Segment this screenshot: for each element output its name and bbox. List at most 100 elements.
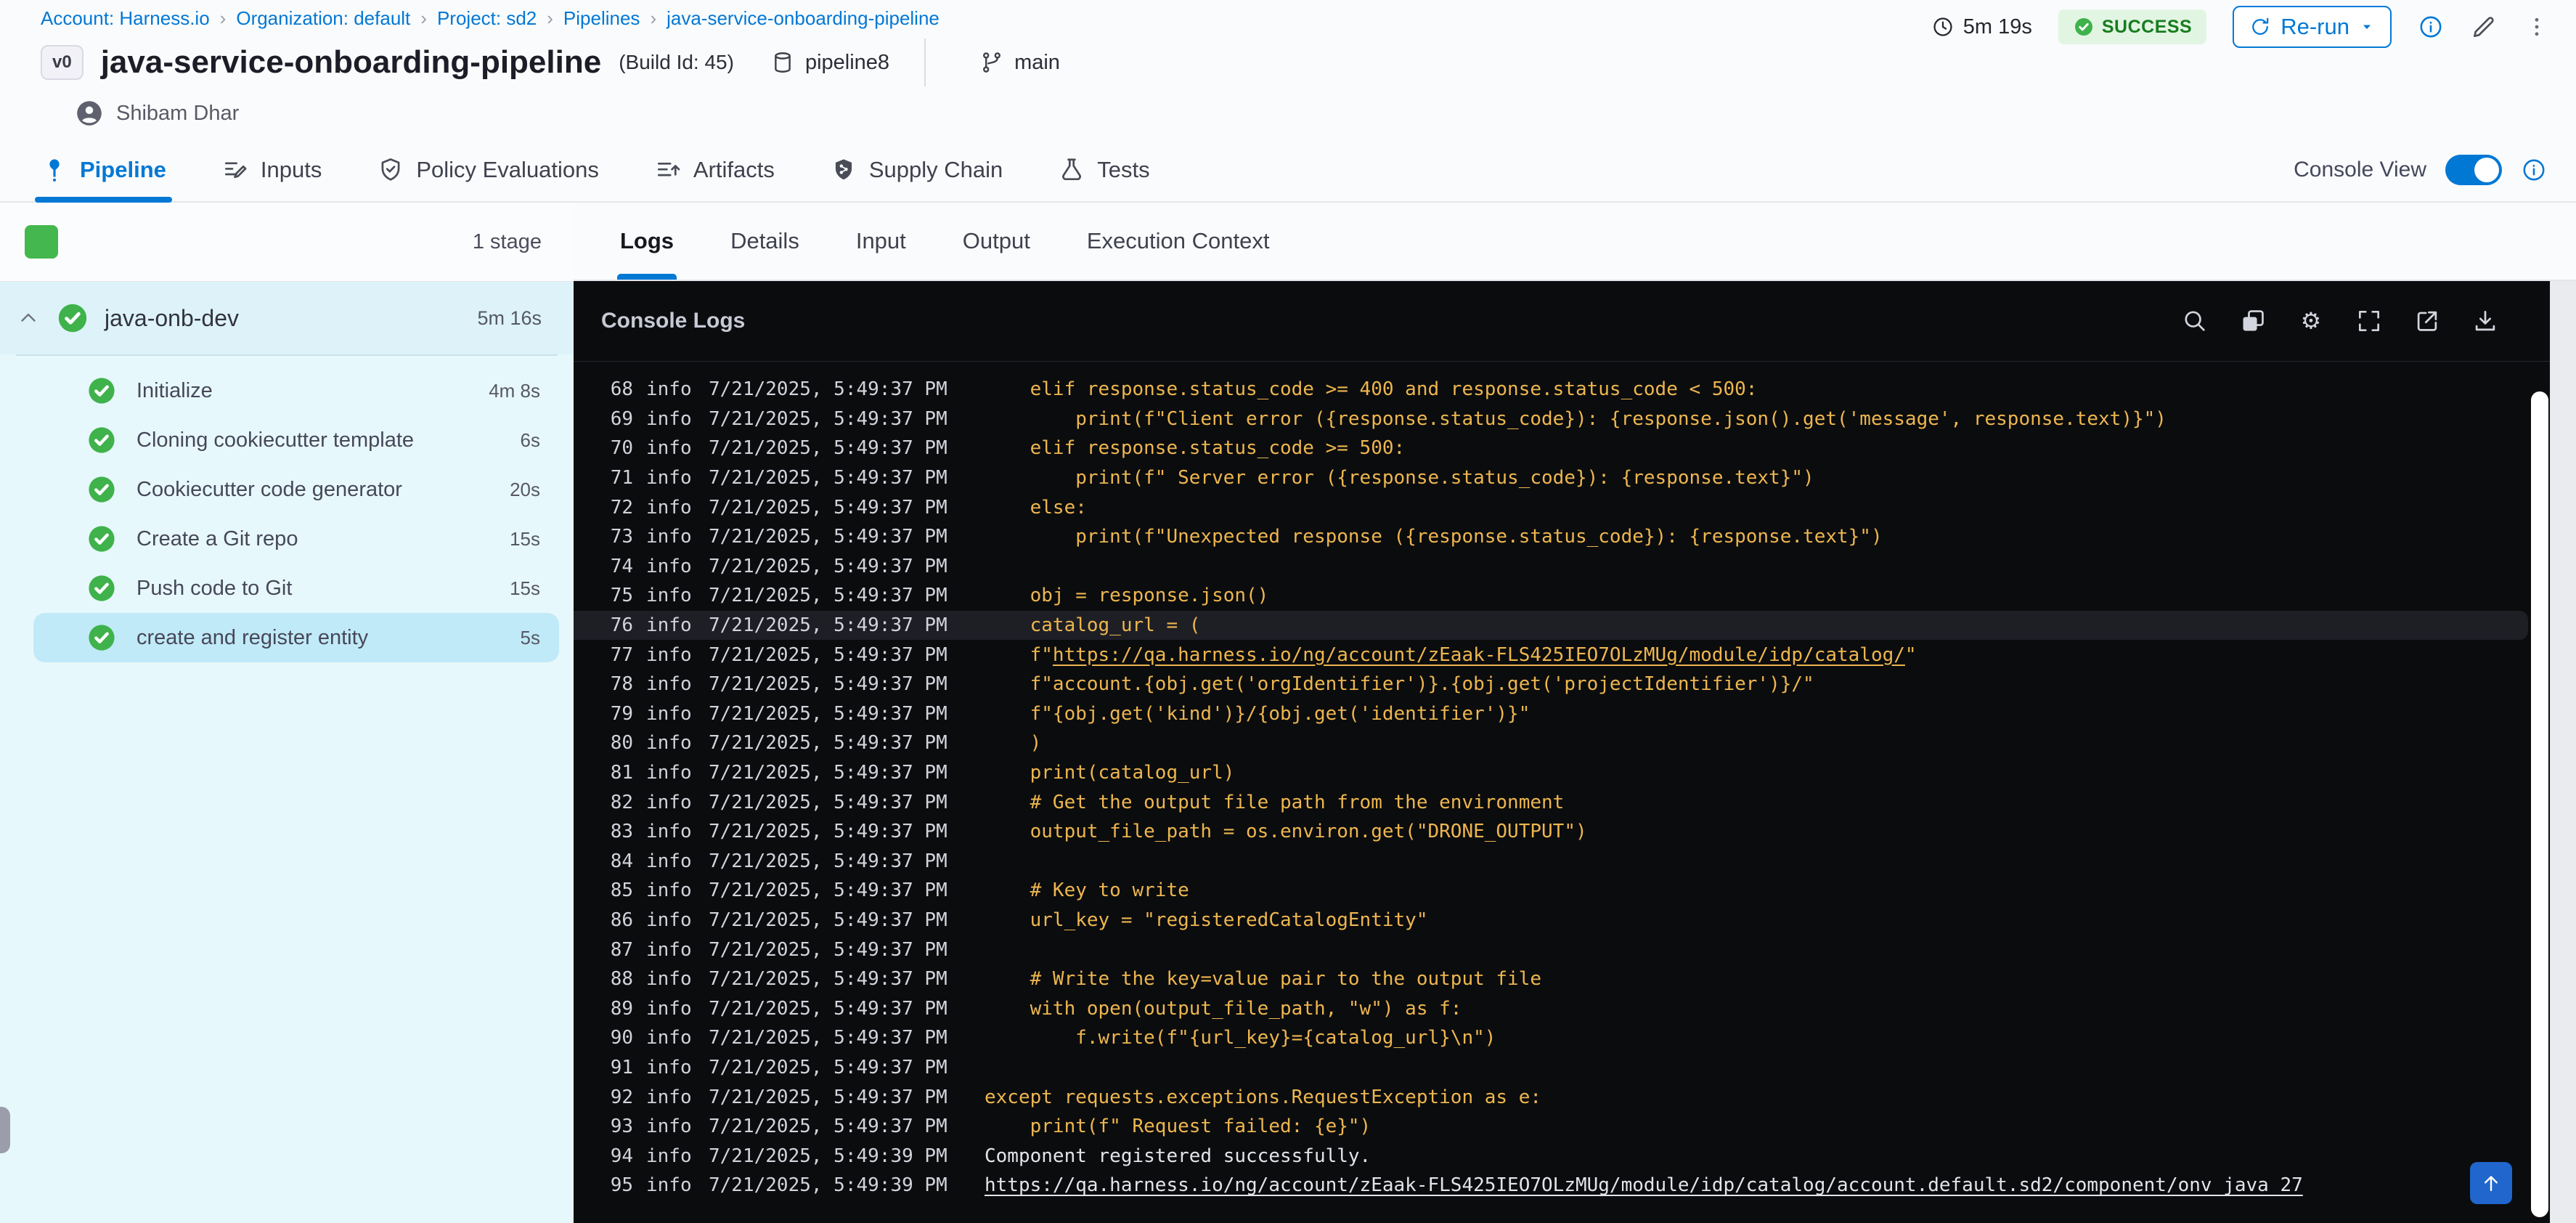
log-timestamp: 7/21/2025, 5:49:37 PM bbox=[709, 643, 947, 666]
duration-label: 5m 19s bbox=[1962, 15, 2032, 38]
info-icon[interactable] bbox=[2521, 157, 2547, 183]
step-duration: 20s bbox=[510, 478, 540, 500]
log-line-79: 79 info 7/21/2025, 5:49:37 PM f"{obj.get('… bbox=[574, 699, 2550, 729]
log-level: info bbox=[646, 614, 692, 637]
log-message: print(f"Client error ({response.status_c… bbox=[985, 407, 2167, 430]
log-line-86: 86 info 7/21/2025, 5:49:37 PM url_key = "r… bbox=[574, 906, 2550, 935]
scroll-to-top-button[interactable] bbox=[2470, 1162, 2512, 1204]
breadcrumb-link[interactable]: Organization: default bbox=[236, 7, 410, 30]
breadcrumb-link[interactable]: java-service-onboarding-pipeline bbox=[667, 7, 939, 30]
search-icon[interactable] bbox=[2181, 307, 2209, 335]
log-message: print(f" Server error ({response.status_… bbox=[985, 467, 1814, 489]
log-timestamp: 7/21/2025, 5:49:37 PM bbox=[709, 762, 947, 784]
main-tabbar: Pipeline Inputs Policy Evaluations Artifact… bbox=[0, 139, 2576, 203]
log-timestamp: 7/21/2025, 5:49:37 PM bbox=[709, 909, 947, 931]
log-timestamp: 7/21/2025, 5:49:39 PM bbox=[709, 1145, 947, 1167]
log-line-number: 80 bbox=[610, 732, 633, 755]
log-message: ) bbox=[985, 732, 1042, 755]
console-view-label: Console View bbox=[2294, 158, 2426, 182]
log-line-73: 73 info 7/21/2025, 5:49:37 PM print(f"Unex… bbox=[574, 522, 2550, 552]
log-level: info bbox=[646, 1116, 692, 1138]
refresh-icon bbox=[2249, 15, 2272, 38]
step-push-code-to-git[interactable]: Push code to Git 15s bbox=[0, 564, 574, 613]
log-timestamp: 7/21/2025, 5:49:37 PM bbox=[709, 526, 947, 548]
tab-tests[interactable]: Tests bbox=[1058, 139, 1150, 201]
svg-text:⚙: ⚙ bbox=[2301, 308, 2321, 334]
log-level: info bbox=[646, 643, 692, 666]
console-view-toggle[interactable] bbox=[2445, 155, 2502, 185]
log-message: url_key = "registeredCatalogEntity" bbox=[985, 909, 1428, 931]
edit-icon[interactable] bbox=[2470, 13, 2498, 41]
log-line-number: 69 bbox=[610, 407, 633, 430]
log-link[interactable]: https://qa.harness.io/ng/account/zEaak-F… bbox=[985, 1174, 2303, 1196]
log-level: info bbox=[646, 762, 692, 784]
step-duration: 15s bbox=[510, 577, 540, 599]
log-level: info bbox=[646, 997, 692, 1020]
open-in-new-icon[interactable] bbox=[2413, 307, 2441, 335]
log-viewer: 68 info 7/21/2025, 5:49:37 PM elif respons… bbox=[574, 362, 2550, 1223]
step-tab-execution-context[interactable]: Execution Context bbox=[1087, 203, 1270, 280]
step-cookiecutter-code-generator[interactable]: Cookiecutter code generator 20s bbox=[0, 465, 574, 514]
stage-count: 1 stage bbox=[472, 229, 542, 253]
tab-inputs[interactable]: Inputs bbox=[221, 139, 322, 201]
stage-row-java-onb-dev[interactable]: java-onb-dev 5m 16s bbox=[0, 282, 574, 354]
step-cloning-cookiecutter-template[interactable]: Cloning cookiecutter template 6s bbox=[0, 415, 574, 465]
log-line-number: 82 bbox=[610, 791, 633, 813]
step-tab-details[interactable]: Details bbox=[730, 203, 799, 280]
log-link[interactable]: https://qa.harness.io/ng/account/zEaak-F… bbox=[1053, 644, 1905, 666]
log-line-93: 93 info 7/21/2025, 5:49:37 PM print(f" Req… bbox=[574, 1112, 2550, 1142]
step-tab-output[interactable]: Output bbox=[963, 203, 1030, 280]
step-create-and-register-entity[interactable]: create and register entity 5s bbox=[33, 613, 559, 662]
tab-label: Supply Chain bbox=[868, 157, 1003, 182]
log-line-74: 74 info 7/21/2025, 5:49:37 PM bbox=[574, 552, 2550, 582]
log-timestamp: 7/21/2025, 5:49:37 PM bbox=[709, 791, 947, 813]
log-level: info bbox=[646, 1027, 692, 1049]
page-scrollbar[interactable] bbox=[2550, 281, 2576, 1223]
breadcrumb-link[interactable]: Pipelines bbox=[563, 7, 640, 30]
drawer-handle[interactable] bbox=[0, 1107, 10, 1153]
arrow-up-icon bbox=[2479, 1171, 2503, 1195]
step-tab-input[interactable]: Input bbox=[856, 203, 906, 280]
console-body: Console Logs ⚙ 68 info 7/21/2025, 5:49:37 … bbox=[574, 281, 2576, 1223]
step-duration: 4m 8s bbox=[489, 379, 540, 402]
log-line-94: 94 info 7/21/2025, 5:49:39 PM Component reg… bbox=[574, 1141, 2550, 1171]
log-line-number: 77 bbox=[610, 643, 633, 666]
log-timestamp: 7/21/2025, 5:49:37 PM bbox=[709, 407, 947, 430]
rerun-button[interactable]: Re-run bbox=[2233, 6, 2392, 48]
log-level: info bbox=[646, 673, 692, 696]
copy-icon[interactable] bbox=[2239, 307, 2267, 335]
pipeline-ref[interactable]: pipeline8 bbox=[770, 50, 889, 75]
tab-label: Pipeline bbox=[80, 157, 166, 182]
fullscreen-icon[interactable] bbox=[2355, 307, 2383, 335]
download-icon[interactable] bbox=[2471, 307, 2499, 335]
kebab-menu-icon[interactable] bbox=[2524, 14, 2550, 40]
status-label: SUCCESS bbox=[2101, 16, 2193, 37]
log-timestamp: 7/21/2025, 5:49:37 PM bbox=[709, 821, 947, 843]
settings-icon[interactable]: ⚙ bbox=[2297, 307, 2325, 335]
log-message: f"account.{obj.get('orgIdentifier')}.{ob… bbox=[985, 673, 1814, 696]
log-message: print(f"Unexpected response ({response.s… bbox=[985, 526, 1883, 548]
step-initialize[interactable]: Initialize 4m 8s bbox=[0, 366, 574, 415]
log-timestamp: 7/21/2025, 5:49:37 PM bbox=[709, 1116, 947, 1138]
stage-duration: 5m 16s bbox=[477, 306, 542, 329]
step-create-a-git-repo[interactable]: Create a Git repo 15s bbox=[0, 514, 574, 564]
chevron-up-icon[interactable] bbox=[16, 306, 41, 330]
log-line-number: 81 bbox=[610, 762, 633, 784]
log-timestamp: 7/21/2025, 5:49:37 PM bbox=[709, 1056, 947, 1078]
tab-pipeline[interactable]: Pipeline bbox=[35, 139, 172, 203]
tab-artifacts[interactable]: Artifacts bbox=[654, 139, 775, 201]
page-header: Account: Harness.io › Organization: defaul… bbox=[0, 0, 2576, 139]
breadcrumb-link[interactable]: Account: Harness.io bbox=[41, 7, 210, 30]
log-line-71: 71 info 7/21/2025, 5:49:37 PM print(f" Ser… bbox=[574, 463, 2550, 493]
console-scrollbar[interactable] bbox=[2531, 391, 2548, 1217]
log-timestamp: 7/21/2025, 5:49:37 PM bbox=[709, 585, 947, 607]
step-name: Cloning cookiecutter template bbox=[136, 428, 415, 452]
breadcrumb-link[interactable]: Project: sd2 bbox=[437, 7, 537, 30]
branch-ref[interactable]: main bbox=[979, 50, 1060, 75]
step-tab-logs[interactable]: Logs bbox=[616, 203, 677, 280]
log-message: # Get the output file path from the envi… bbox=[985, 791, 1565, 813]
tab-supply-chain[interactable]: Supply Chain bbox=[830, 139, 1003, 201]
console-header: Console Logs ⚙ bbox=[574, 281, 2550, 362]
tab-policy-evaluations[interactable]: Policy Evaluations bbox=[377, 139, 599, 201]
info-icon[interactable] bbox=[2418, 14, 2444, 40]
